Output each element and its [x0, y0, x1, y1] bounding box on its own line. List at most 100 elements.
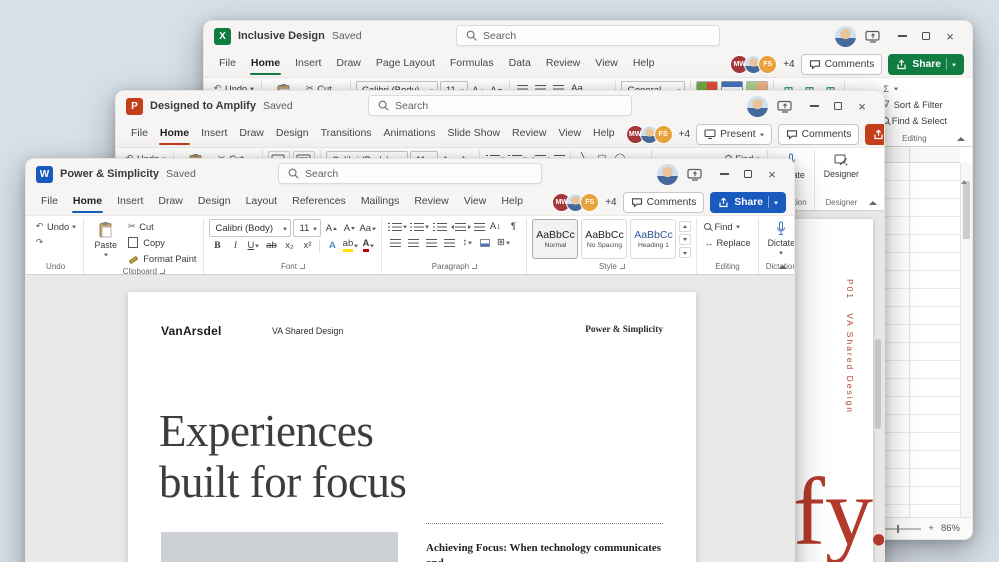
style-gallery-up-button[interactable] [679, 221, 692, 232]
present-button[interactable]: Present [696, 123, 772, 145]
grow-font-button[interactable]: A [323, 221, 339, 236]
sort-filter-button[interactable]: ∇ Sort & Filter [880, 97, 945, 112]
avatar[interactable]: FS [653, 124, 673, 144]
menu-tab[interactable]: Design [197, 190, 232, 214]
search-input[interactable]: Search [368, 95, 632, 116]
menu-tab[interactable]: Design [275, 122, 310, 146]
collab-overflow-badge[interactable]: +4 [679, 129, 690, 140]
dictate-button[interactable]: Dictate [764, 219, 794, 255]
menu-tab[interactable]: Review [413, 190, 449, 214]
comments-button[interactable]: Comments [622, 191, 705, 213]
menu-tab[interactable]: View [557, 122, 582, 146]
menu-tab[interactable]: References [291, 190, 347, 214]
menu-tab[interactable]: File [40, 190, 59, 214]
collab-overflow-badge[interactable]: +4 [605, 197, 616, 208]
menu-tab[interactable]: Draw [335, 52, 362, 76]
style-gallery-down-button[interactable] [679, 234, 692, 245]
vertical-scrollbar[interactable] [960, 160, 972, 517]
format-painter-button[interactable]: Format Paint [125, 251, 198, 266]
scroll-up-icon[interactable] [961, 160, 967, 184]
account-avatar[interactable] [657, 163, 678, 185]
paste-button[interactable]: Paste [89, 219, 122, 257]
find-select-button[interactable]: Find & Select [880, 113, 949, 128]
menu-tab[interactable]: Mailings [360, 190, 401, 214]
comments-button[interactable]: Comments [777, 123, 860, 145]
redo-button[interactable]: ↷ [33, 235, 46, 250]
menu-tab[interactable]: Layout [245, 190, 279, 214]
scrollbar-thumb[interactable] [875, 339, 881, 429]
collapse-ribbon-icon[interactable] [957, 133, 965, 141]
share-button[interactable]: Share [865, 123, 884, 145]
bold-button[interactable]: B [209, 238, 225, 253]
search-input[interactable]: Search [278, 163, 542, 184]
share-button[interactable]: Share [888, 53, 964, 75]
collapse-ribbon-icon[interactable] [869, 197, 877, 205]
document-page[interactable]: VanArsdel VA Shared Design Power & Simpl… [128, 292, 696, 562]
shrink-font-button[interactable]: A [341, 221, 357, 236]
share-screen-icon[interactable] [687, 168, 703, 181]
underline-button[interactable]: U [245, 238, 261, 253]
change-case-button[interactable]: Aa [359, 221, 377, 236]
italic-button[interactable]: I [227, 238, 243, 253]
strikethrough-button[interactable]: ab [263, 238, 279, 253]
zoom-in-button[interactable]: + [928, 523, 934, 534]
find-button[interactable]: Find [702, 219, 741, 234]
menu-tab[interactable]: File [218, 52, 237, 76]
menu-tab[interactable]: Transitions [320, 122, 373, 146]
menu-tab[interactable]: Draw [238, 122, 265, 146]
close-button[interactable]: × [938, 24, 962, 48]
align-left-icon[interactable] [387, 235, 403, 250]
designer-button[interactable]: Designer [820, 151, 863, 179]
dialog-launcher-icon[interactable] [472, 264, 478, 269]
menu-tab[interactable]: Slide Show [447, 122, 502, 146]
close-button[interactable]: × [850, 94, 874, 118]
minimize-button[interactable] [802, 94, 826, 118]
subscript-button[interactable]: x₂ [281, 238, 297, 253]
scrollbar-thumb[interactable] [963, 181, 970, 239]
menu-tab[interactable]: Animations [383, 122, 437, 146]
menu-tab[interactable]: Help [500, 190, 524, 214]
account-avatar[interactable] [747, 95, 768, 117]
highlight-button[interactable]: ab [342, 238, 359, 253]
menu-tab[interactable]: Review [511, 122, 547, 146]
line-spacing-button[interactable]: ↕ [459, 235, 475, 250]
minimize-button[interactable] [712, 162, 736, 186]
justify-icon[interactable] [441, 235, 457, 250]
menu-tab[interactable]: Insert [294, 52, 322, 76]
bullets-button[interactable] [387, 219, 408, 234]
account-avatar[interactable] [835, 25, 856, 47]
text-effects-button[interactable]: A [324, 238, 340, 253]
close-button[interactable]: × [760, 162, 784, 186]
maximize-button[interactable] [914, 24, 938, 48]
menu-tab[interactable]: Review [545, 52, 581, 76]
menu-tab[interactable]: Help [592, 122, 616, 146]
replace-button[interactable]: ↔ Replace [702, 235, 752, 250]
style-no-spacing[interactable]: AaBbCc No Spacing [581, 219, 628, 259]
menu-tab[interactable]: File [130, 122, 149, 146]
menu-tab[interactable]: View [594, 52, 619, 76]
dialog-launcher-icon[interactable] [619, 264, 625, 269]
share-screen-icon[interactable] [865, 30, 881, 43]
menu-tab[interactable]: Formulas [449, 52, 495, 76]
align-center-icon[interactable] [405, 235, 421, 250]
sort-button[interactable]: A↓ [487, 219, 503, 234]
copy-button[interactable]: Copy [125, 235, 198, 250]
search-input[interactable]: Search [456, 25, 720, 46]
menu-tab[interactable]: Insert [116, 190, 144, 214]
avatar[interactable]: FS [758, 54, 778, 74]
show-formatting-button[interactable]: ¶ [505, 219, 521, 234]
font-name-select[interactable]: Calibri (Body) [209, 219, 292, 237]
style-gallery-more-button[interactable] [679, 247, 692, 258]
maximize-button[interactable] [736, 162, 760, 186]
comments-button[interactable]: Comments [800, 53, 883, 75]
borders-button[interactable]: ⊞ [495, 235, 511, 250]
superscript-button[interactable]: x² [299, 238, 315, 253]
minimize-button[interactable] [890, 24, 914, 48]
dialog-launcher-icon[interactable] [299, 264, 305, 269]
decrease-indent-button[interactable] [449, 219, 467, 234]
style-normal[interactable]: AaBbCc Normal [532, 219, 579, 259]
align-right-icon[interactable] [423, 235, 439, 250]
menu-tab[interactable]: Data [508, 52, 532, 76]
undo-button[interactable]: ↶Undo [33, 219, 78, 234]
share-button[interactable]: Share [710, 191, 786, 213]
